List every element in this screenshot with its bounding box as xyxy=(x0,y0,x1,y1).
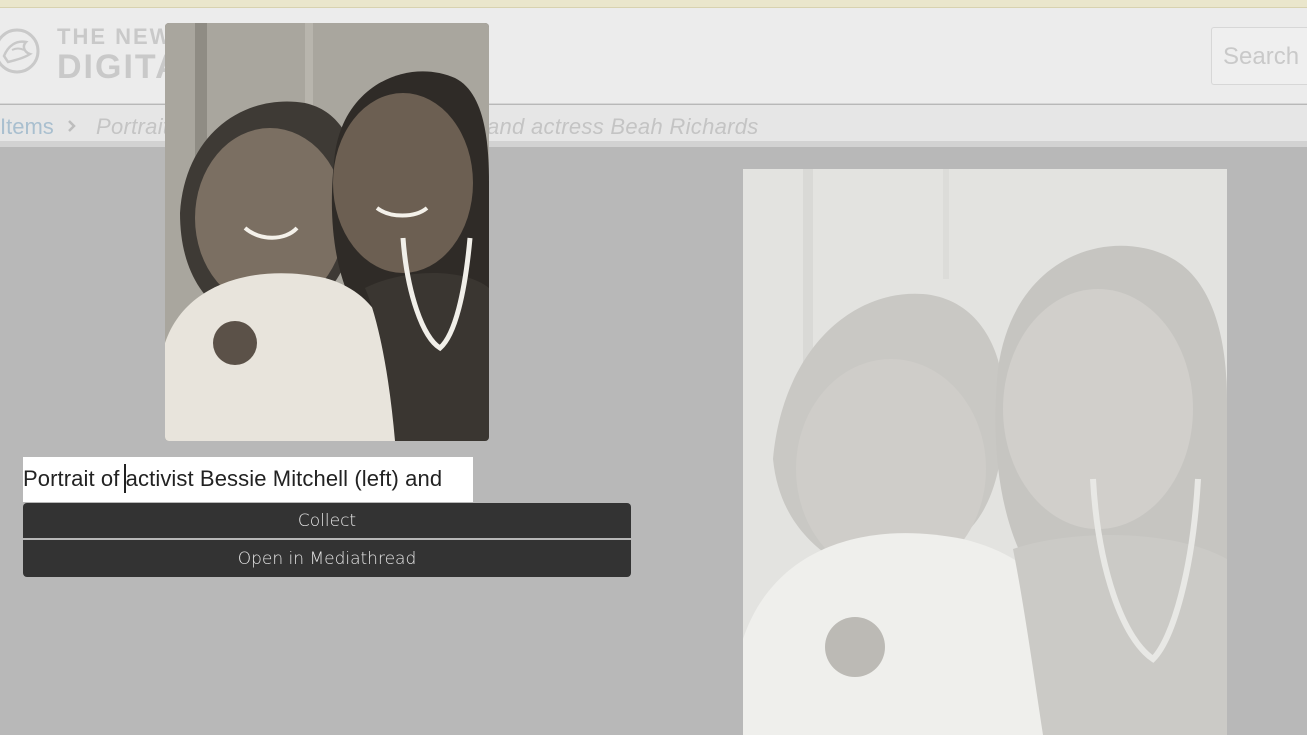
open-in-mediathread-button[interactable]: Open in Mediathread xyxy=(23,540,631,577)
text-caret xyxy=(124,464,126,493)
breadcrumb-items-link[interactable]: Items xyxy=(0,114,54,140)
item-title-field[interactable]: Portrait of activist Bessie Mitchell (le… xyxy=(23,457,473,502)
logo-line1: THE NEW xyxy=(57,24,173,49)
logo-line2: DIGITA xyxy=(57,48,182,86)
search-input[interactable]: Search xyxy=(1211,27,1307,85)
selected-photo-thumbnail[interactable] xyxy=(165,23,489,441)
search-placeholder: Search xyxy=(1223,43,1300,70)
site-logo[interactable]: THE NEW DIGITA xyxy=(57,24,182,86)
notification-strip xyxy=(0,0,1307,8)
main-photograph[interactable] xyxy=(743,169,1227,735)
item-title-value: Portrait of activist Bessie Mitchell (le… xyxy=(23,466,443,491)
chevron-right-icon xyxy=(66,118,78,134)
collect-button[interactable]: Collect xyxy=(23,503,631,538)
lion-logo-icon[interactable] xyxy=(0,28,40,74)
